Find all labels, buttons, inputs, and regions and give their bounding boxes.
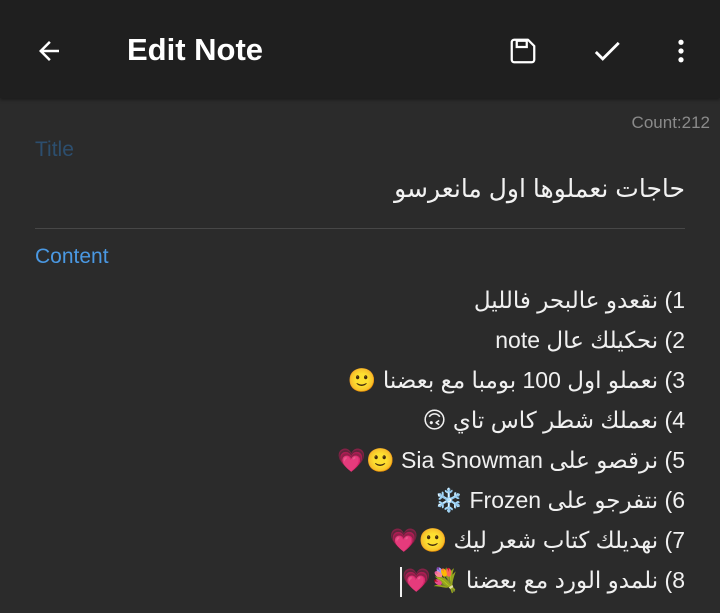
back-button[interactable] — [21, 23, 77, 79]
content-line-text: 8) نلمدو الورد مع بعضنا 💐💗 — [402, 567, 685, 593]
more-vert-icon — [678, 39, 684, 63]
check-icon — [594, 41, 620, 61]
content-line: 3) نعملو اول 100 بومبا مع بعضنا 🙂 — [347, 367, 685, 393]
content-line: 2) نحكيلك عال note — [495, 327, 685, 353]
content-line: 7) نهديلك كتاب شعر ليك 🙂💗 — [389, 527, 685, 553]
save-icon — [510, 38, 536, 64]
content-line: 1) نقعدو عالبحر فالليل — [473, 287, 685, 313]
arrow-back-icon — [39, 41, 59, 61]
title-divider — [35, 228, 685, 229]
page-title: Edit Note — [127, 32, 264, 67]
content-line: 5) نرقصو على Sia Snowman 🙂💗 — [337, 447, 685, 473]
save-button[interactable] — [495, 23, 551, 79]
character-count: Count:212 — [631, 113, 710, 132]
app-bar: Edit Note — [0, 0, 720, 98]
content-line: 6) نتفرجو على Frozen ❄️ — [434, 487, 685, 513]
content-line: 4) نعملك شطر كاس تاي 🙃 — [422, 407, 685, 433]
title-input[interactable]: حاجات نعملوها اول مانعرسو — [394, 174, 685, 204]
content-input[interactable]: 1) نقعدو عالبحر فالليل 2) نحكيلك عال not… — [35, 280, 685, 600]
check-button[interactable] — [579, 23, 635, 79]
content-line-last: 8) نلمدو الورد مع بعضنا 💐💗 — [35, 560, 685, 600]
title-label: Title — [35, 138, 74, 161]
content-label: Content — [35, 245, 109, 268]
more-options-button[interactable] — [653, 23, 709, 79]
